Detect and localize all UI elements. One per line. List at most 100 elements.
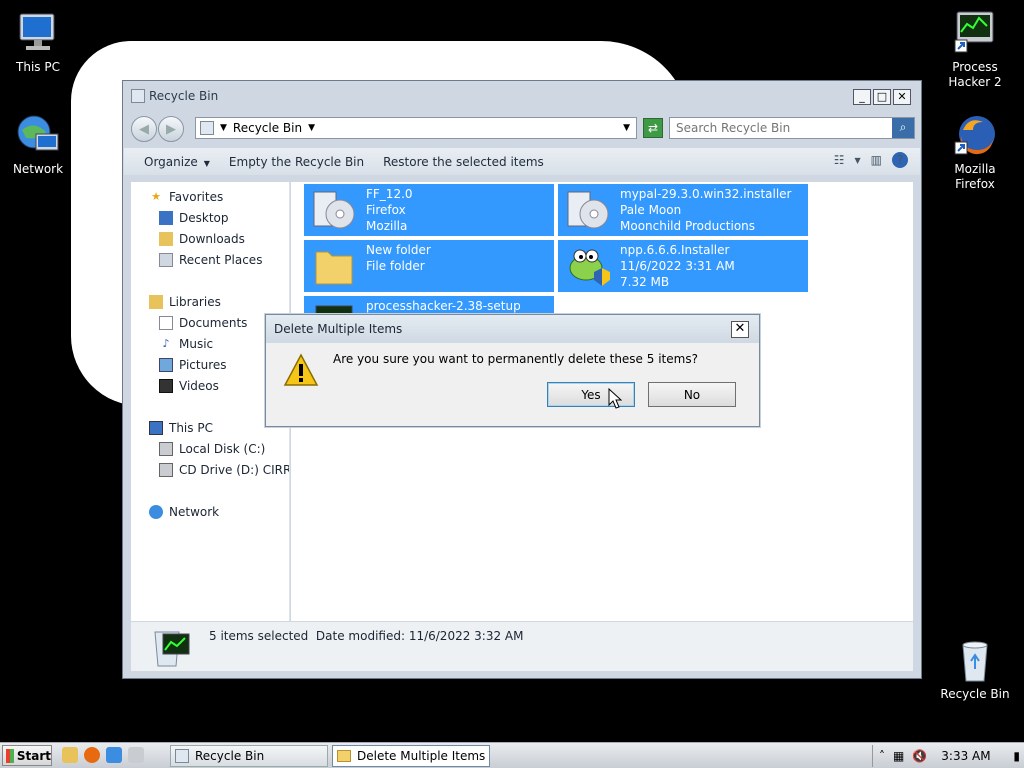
recycle-bin-small-icon [175, 749, 189, 763]
network-icon [149, 505, 163, 519]
show-hidden-icons-icon[interactable]: ˄ [879, 749, 885, 763]
file-detail: 11/6/2022 3:31 AM [620, 259, 735, 273]
taskbar-button-recycle-bin[interactable]: Recycle Bin [170, 745, 328, 767]
desktop-icon-label: Mozilla Firefox [954, 162, 996, 191]
nav-item-downloads[interactable]: Downloads [159, 230, 245, 248]
nav-item-pictures[interactable]: Pictures [159, 356, 227, 374]
clock[interactable]: 3:33 AM [941, 749, 990, 763]
recent-places-icon [159, 253, 173, 267]
nav-item-documents[interactable]: Documents [159, 314, 247, 332]
file-detail: Firefox [366, 203, 406, 217]
installer-icon [564, 186, 612, 234]
desktop-icon-this-pc[interactable]: This PC [0, 10, 78, 75]
window-title: Recycle Bin [149, 89, 219, 103]
breadcrumb[interactable]: Recycle Bin [233, 121, 302, 135]
dialog-titlebar[interactable]: Delete Multiple Items [266, 315, 759, 343]
nav-item-recent-places[interactable]: Recent Places [159, 251, 262, 269]
change-view-icon[interactable]: ☷ [834, 153, 845, 167]
recycle-bin-small-icon [200, 121, 214, 135]
close-button[interactable]: ✕ [893, 89, 911, 105]
file-name: npp.6.6.6.Installer [620, 243, 730, 257]
firefox-quicklaunch-icon[interactable] [84, 747, 100, 763]
dialog-close-button[interactable]: ✕ [731, 321, 749, 338]
desktop-icon-label: This PC [16, 60, 60, 74]
switch-windows-quicklaunch-icon[interactable] [128, 747, 144, 763]
file-name: mypal-29.3.0.win32.installer [620, 187, 792, 201]
star-icon: ★ [151, 190, 161, 203]
explorer-quicklaunch-icon[interactable] [62, 747, 78, 763]
search-box[interactable]: ⌕ [669, 117, 915, 139]
empty-recycle-bin-button[interactable]: Empty the Recycle Bin [229, 155, 364, 169]
forward-button[interactable]: ▶ [158, 116, 184, 142]
desktop-icon-label: Recycle Bin [940, 687, 1010, 701]
breadcrumb-dropdown-icon[interactable]: ▼ [308, 123, 315, 133]
address-history-dropdown-icon[interactable]: ▼ [623, 123, 630, 133]
search-input[interactable] [670, 119, 890, 137]
nav-item-music[interactable]: ♪ Music [159, 335, 213, 353]
computer-icon [14, 10, 62, 58]
dialog-message: Are you sure you want to permanently del… [333, 352, 698, 366]
start-button[interactable]: Start [2, 745, 52, 766]
command-bar: Organize ▼ Empty the Recycle Bin Restore … [124, 148, 920, 175]
restore-selected-button[interactable]: Restore the selected items [383, 155, 544, 169]
folder-icon [310, 242, 358, 290]
network-icon [14, 112, 62, 160]
file-detail: Pale Moon [620, 203, 682, 217]
nav-item-libraries[interactable]: Libraries [149, 293, 221, 311]
nav-item-desktop[interactable]: Desktop [159, 209, 229, 227]
file-item[interactable]: mypal-29.3.0.win32.installer Pale Moon Moo… [558, 184, 808, 236]
delete-multiple-items-dialog: Delete Multiple Items ✕ Are you sure you… [265, 314, 760, 427]
window-titlebar[interactable]: Recycle Bin [123, 81, 921, 116]
desktop-icon-process-hacker[interactable]: Process Hacker 2 [935, 10, 1015, 90]
system-tray: ˄ ▦ 🔇 3:33 AM ▮ [872, 745, 1024, 767]
file-name: New folder [366, 243, 431, 257]
computer-icon [149, 421, 163, 435]
desktop-icon-network[interactable]: Network [0, 112, 78, 177]
back-button[interactable]: ◀ [131, 116, 157, 142]
file-item[interactable]: New folder File folder [304, 240, 554, 292]
navigation-bar: ◀ ▶ ▼ Recycle Bin ▼ ▼ ⇄ ⌕ [131, 116, 915, 142]
file-detail: 7.32 MB [620, 275, 670, 289]
details-pane: 5 items selected Date modified: 11/6/202… [131, 621, 913, 671]
notepad-plus-plus-icon [564, 242, 612, 290]
file-name: processhacker-2.38-setup [366, 299, 521, 313]
file-item[interactable]: FF_12.0 Firefox Mozilla [304, 184, 554, 236]
file-item[interactable]: npp.6.6.6.Installer 11/6/2022 3:31 AM 7.32… [558, 240, 808, 292]
nav-item-this-pc[interactable]: This PC [149, 419, 213, 437]
volume-muted-icon[interactable]: 🔇 [912, 749, 927, 763]
maximize-button[interactable]: □ [873, 89, 891, 105]
help-icon[interactable]: ? [892, 152, 908, 168]
desktop-icon-label: Network [12, 162, 64, 176]
hard-drive-icon [159, 442, 173, 456]
nav-item-local-disk[interactable]: Local Disk (C:) [159, 440, 265, 458]
nav-item-cd-drive[interactable]: CD Drive (D:) CIRRUS [159, 461, 289, 479]
file-item[interactable]: processhacker-2.38-setup [304, 296, 554, 316]
minimize-button[interactable]: _ [853, 89, 871, 105]
no-button[interactable]: No [648, 382, 736, 407]
file-detail: File folder [366, 259, 425, 273]
taskbar-button-delete-multiple-items[interactable]: Delete Multiple Items [332, 745, 490, 767]
preview-pane-icon[interactable]: ▥ [871, 153, 882, 167]
network-status-icon[interactable]: ▦ [893, 749, 904, 763]
nav-item-network[interactable]: Network [149, 503, 219, 521]
folder-small-icon [337, 750, 351, 762]
file-detail: Moonchild Productions [620, 219, 756, 233]
organize-button[interactable]: Organize ▼ [144, 155, 210, 169]
pictures-icon [159, 358, 173, 372]
desktop-icon-recycle-bin[interactable]: Recycle Bin [935, 637, 1015, 702]
view-dropdown-icon[interactable]: ▼ [855, 156, 861, 165]
refresh-button[interactable]: ⇄ [643, 118, 663, 138]
show-desktop-button[interactable]: ▮ [1013, 749, 1020, 763]
date-modified: Date modified: 11/6/2022 3:32 AM [315, 629, 524, 643]
windows-logo-icon [6, 748, 14, 763]
address-bar[interactable]: ▼ Recycle Bin ▼ ▼ [195, 117, 637, 139]
file-name: FF_12.0 [366, 187, 413, 201]
show-desktop-quicklaunch-icon[interactable] [106, 747, 122, 763]
breadcrumb-arrow-icon[interactable]: ▼ [220, 123, 227, 133]
nav-item-favorites[interactable]: ★ Favorites [149, 188, 223, 206]
search-icon[interactable]: ⌕ [892, 118, 914, 138]
desktop-icon-firefox[interactable]: Mozilla Firefox [935, 112, 1015, 192]
music-icon: ♪ [162, 337, 170, 350]
warning-icon [283, 353, 319, 390]
nav-item-videos[interactable]: Videos [159, 377, 219, 395]
